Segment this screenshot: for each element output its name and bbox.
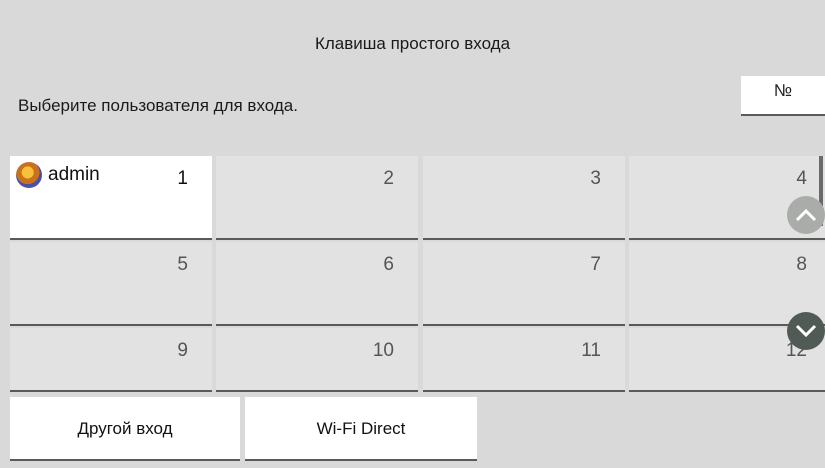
page-title: Клавиша простого входа [314,34,511,53]
user-slot-2[interactable]: 2 [216,156,418,240]
sort-by-number-button[interactable]: № [741,76,825,116]
user-slot-number: 7 [590,254,601,275]
user-slot-number: 10 [372,340,394,361]
user-slot-number: 3 [590,168,601,189]
scroll-down-button[interactable] [787,312,825,350]
user-slot-10[interactable]: 10 [216,328,418,392]
user-slot-number: 11 [581,340,601,361]
user-grid: admin 1 2 3 4 5 6 7 8 9 10 11 12 [10,156,825,392]
wifi-direct-button[interactable]: Wi-Fi Direct [245,397,477,461]
user-slot-7[interactable]: 7 [423,242,625,326]
user-slot-number: 6 [383,254,394,275]
user-slot-1[interactable]: admin 1 [10,156,212,240]
scroll-up-button[interactable] [787,196,825,234]
instruction-text: Выберите пользователя для входа. [18,96,298,115]
user-slot-6[interactable]: 6 [216,242,418,326]
user-slot-number: 2 [383,168,394,189]
user-name: admin [48,164,100,185]
user-slot-number: 4 [796,168,807,189]
user-slot-number: 9 [177,340,188,361]
user-slot-8[interactable]: 8 [629,242,825,326]
user-slot-number: 5 [177,254,188,275]
chevron-down-icon [795,324,817,338]
user-slot-11[interactable]: 11 [423,328,625,392]
other-login-button[interactable]: Другой вход [10,397,240,461]
user-slot-number: 8 [796,254,807,275]
chevron-up-icon [795,208,817,222]
user-slot-5[interactable]: 5 [10,242,212,326]
user-slot-3[interactable]: 3 [423,156,625,240]
user-entry: admin [16,162,100,188]
user-slot-number: 1 [177,168,188,189]
user-slot-9[interactable]: 9 [10,328,212,392]
user-avatar-icon [16,162,42,188]
